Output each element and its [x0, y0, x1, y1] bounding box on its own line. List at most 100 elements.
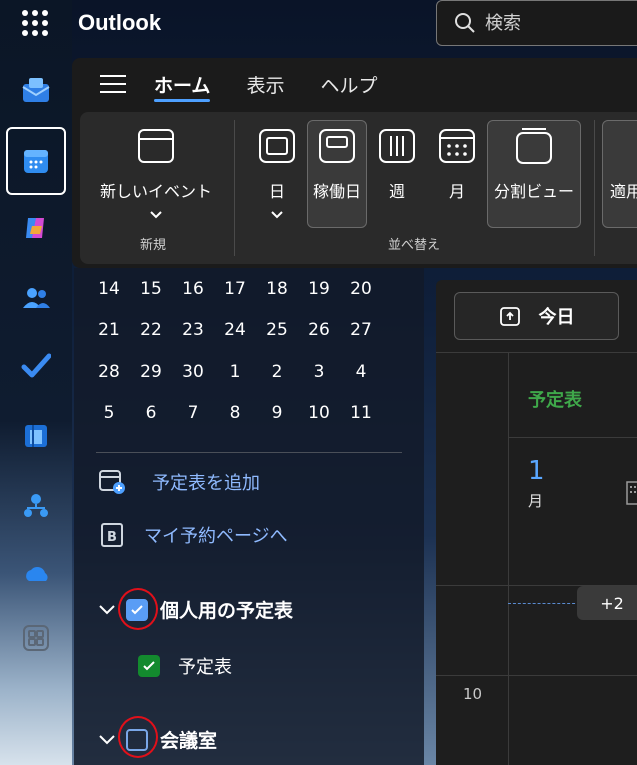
week-view-label: 週	[388, 182, 405, 201]
calendar-item-label: 予定表	[178, 657, 232, 678]
mini-calendar-day[interactable]: 11	[340, 403, 382, 423]
mini-calendar-day[interactable]: 4	[340, 362, 382, 382]
tab-help[interactable]: ヘルプ	[302, 62, 395, 106]
word-icon[interactable]	[20, 420, 52, 452]
checkmark-icon	[143, 661, 155, 671]
ribbon: 新しいイベント 新規 日 稼働日 週 月 分割ビュー 並べ替え 適用	[80, 112, 637, 264]
apply-button[interactable]: 適用	[610, 178, 637, 202]
app-launcher-icon[interactable]	[22, 10, 48, 36]
chevron-down-icon[interactable]	[98, 604, 116, 616]
building-icon	[626, 481, 637, 505]
search-icon	[455, 13, 475, 33]
more-events-badge[interactable]: +2	[577, 586, 637, 620]
mini-calendar-day[interactable]: 20	[340, 279, 382, 299]
people-icon[interactable]	[20, 282, 52, 314]
org-icon[interactable]	[20, 490, 52, 522]
mini-calendar-day[interactable]: 5	[88, 403, 130, 423]
month-view-button[interactable]: 月	[436, 126, 478, 202]
new-event-icon	[138, 129, 174, 163]
bookings-icon: B	[101, 523, 123, 547]
tab-view[interactable]: 表示	[228, 62, 302, 106]
tab-home[interactable]: ホーム	[136, 62, 228, 106]
mini-calendar-day[interactable]: 9	[256, 403, 298, 423]
new-event-button[interactable]: 新しいイベント	[92, 126, 220, 220]
onedrive-icon[interactable]	[20, 558, 52, 590]
day-number[interactable]: 1	[528, 456, 545, 486]
group-label-arrange: 並べ替え	[388, 238, 441, 253]
split-view-label: 分割ビュー	[493, 182, 574, 201]
mini-calendar-day[interactable]: 15	[130, 279, 172, 299]
grid-line	[436, 675, 637, 676]
mini-calendar-week: 5 6 7 8 9 10 11	[88, 393, 408, 435]
grid-line	[508, 437, 637, 438]
mini-calendar-day[interactable]: 8	[214, 403, 256, 423]
mini-calendar-week: 14 15 16 17 18 19 20	[88, 268, 408, 310]
mini-calendar-day[interactable]: 24	[214, 320, 256, 340]
mini-calendar-day[interactable]: 14	[88, 279, 130, 299]
mini-calendar-day[interactable]: 23	[172, 320, 214, 340]
ribbon-separator	[234, 120, 235, 256]
new-event-label: 新しいイベント	[99, 182, 212, 201]
booking-page-label: マイ予約ページへ	[144, 526, 288, 547]
add-calendar-label: 予定表を追加	[152, 473, 260, 494]
mini-calendar-day[interactable]: 27	[340, 320, 382, 340]
day-view-label: 日	[268, 182, 285, 201]
mini-calendar-day[interactable]: 21	[88, 320, 130, 340]
mini-calendar-day[interactable]: 22	[130, 320, 172, 340]
more-apps-icon[interactable]	[20, 622, 52, 654]
month-view-label: 月	[448, 182, 465, 201]
chevron-down-icon[interactable]	[98, 734, 116, 746]
mini-calendar-day[interactable]: 3	[298, 362, 340, 382]
workweek-view-icon	[319, 129, 355, 163]
apply-selected-bg	[602, 120, 637, 228]
mini-calendar-day[interactable]: 1	[214, 362, 256, 382]
divider	[96, 452, 402, 453]
calendar-item[interactable]: 予定表	[138, 653, 232, 679]
calendar-column-name[interactable]: 予定表	[528, 386, 582, 412]
mail-icon[interactable]	[20, 74, 52, 106]
mini-calendar-day[interactable]: 18	[256, 279, 298, 299]
week-view-button[interactable]: 週	[376, 126, 418, 202]
hamburger-menu-icon[interactable]	[90, 62, 136, 106]
mini-calendar-day[interactable]: 6	[130, 403, 172, 423]
calendar-item-checkbox[interactable]	[138, 655, 160, 677]
rooms-group-label: 会議室	[160, 730, 218, 752]
split-view-button[interactable]: 分割ビュー	[487, 126, 581, 202]
mini-calendar-day[interactable]: 17	[214, 279, 256, 299]
mini-calendar-day[interactable]: 16	[172, 279, 214, 299]
svg-text:B: B	[107, 530, 117, 545]
month-view-icon	[439, 129, 475, 163]
day-view-icon	[259, 129, 295, 163]
todo-icon[interactable]	[20, 350, 52, 382]
search-box[interactable]	[436, 0, 637, 46]
booking-page-link[interactable]: B マイ予約ページへ	[98, 521, 288, 549]
workweek-view-button[interactable]: 稼働日	[307, 126, 367, 202]
day-unit: 月	[528, 492, 544, 510]
mini-calendar-day[interactable]: 10	[298, 403, 340, 423]
day-view-button[interactable]: 日	[256, 126, 298, 220]
copilot-icon[interactable]	[20, 212, 52, 244]
mini-calendar-day[interactable]: 28	[88, 362, 130, 382]
mini-calendar-day[interactable]: 25	[256, 320, 298, 340]
today-button[interactable]: 今日	[454, 292, 619, 340]
mini-calendar-day[interactable]: 19	[298, 279, 340, 299]
ribbon-tabs: ホーム 表示 ヘルプ	[76, 60, 395, 108]
add-calendar-link[interactable]: 予定表を追加	[98, 468, 260, 496]
mini-calendar-day[interactable]: 2	[256, 362, 298, 382]
ribbon-separator	[594, 120, 595, 256]
mini-calendar-day[interactable]: 7	[172, 403, 214, 423]
calendar-add-icon	[99, 470, 125, 494]
search-input[interactable]	[485, 12, 635, 34]
mini-calendar-day[interactable]: 29	[130, 362, 172, 382]
today-label: 今日	[538, 307, 575, 328]
mini-calendar-day[interactable]: 30	[172, 362, 214, 382]
app-title: Outlook	[78, 10, 162, 35]
chevron-down-icon	[271, 211, 283, 219]
week-view-icon	[379, 129, 415, 163]
apply-label: 適用	[610, 182, 637, 201]
calendar-icon[interactable]	[20, 145, 52, 177]
calendar-today-icon	[499, 307, 520, 326]
grid-line	[508, 352, 509, 765]
grid-line	[436, 352, 637, 353]
mini-calendar-day[interactable]: 26	[298, 320, 340, 340]
